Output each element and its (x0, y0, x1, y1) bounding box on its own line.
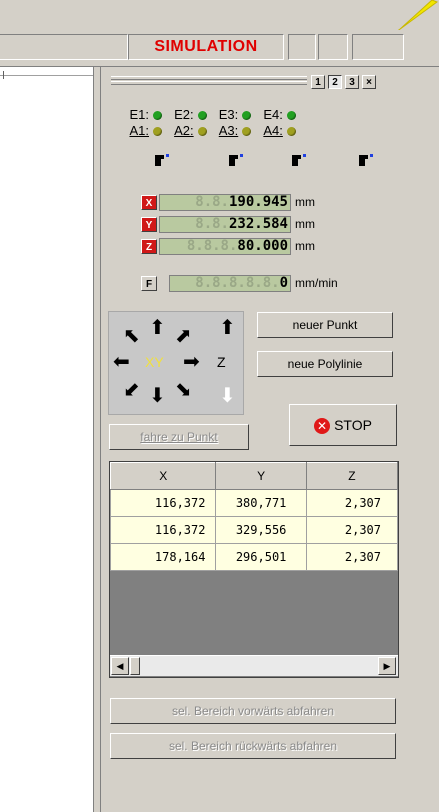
table-cell[interactable]: 2,307 (305, 516, 399, 544)
goto-point-button[interactable]: fahre zu Punkt (109, 424, 249, 450)
scroll-right-icon[interactable]: ▶ (378, 657, 396, 675)
table-cell[interactable]: 178,164 (109, 543, 217, 571)
axis-y-button[interactable]: Y (141, 217, 157, 232)
stop-icon: ✕ (314, 418, 331, 435)
axis-x-unit: mm (295, 195, 315, 209)
output-label: A2: (174, 123, 194, 138)
input-led-icon (242, 111, 252, 121)
input-led-icon (197, 111, 207, 121)
new-polyline-button[interactable]: neue Polylinie (257, 351, 393, 377)
axis-y-readout: 8.8.232.584 (159, 216, 291, 233)
table-cell[interactable]: 116,372 (109, 516, 217, 544)
feed-readout: 8.8.8.8.8.0 (169, 275, 291, 292)
jog-up-right-icon[interactable]: ⬈ (175, 326, 192, 346)
tool-connector-icon (292, 154, 306, 166)
table-row[interactable]: 178,164 296,501 2,307 (109, 543, 399, 571)
axis-y-value: 232.584 (228, 216, 288, 232)
status-cell (288, 34, 316, 60)
output-label: A3: (218, 123, 239, 138)
status-cell (318, 34, 348, 60)
axis-z-button[interactable]: Z (141, 239, 157, 254)
feed-button[interactable]: F (141, 276, 157, 291)
axis-y-unit: mm (295, 217, 315, 231)
table-cell[interactable]: 380,771 (215, 489, 307, 517)
scroll-left-icon[interactable]: ◀ (111, 657, 129, 675)
run-backward-button[interactable]: sel. Bereich rückwärts abfahren (110, 733, 396, 759)
input-label: E2: (174, 107, 194, 122)
table-cell[interactable]: 116,372 (109, 489, 217, 517)
table-row[interactable]: 116,372 380,771 2,307 (109, 489, 399, 517)
input-label: E3: (218, 107, 239, 122)
point-table: X Y Z 116,372 380,771 2,307 116,372 329,… (109, 461, 399, 678)
tab-3[interactable]: 3 (345, 75, 359, 89)
output-led-icon[interactable] (242, 127, 252, 137)
drawing-area[interactable] (0, 67, 94, 812)
column-header-y[interactable]: Y (215, 462, 307, 490)
status-cell (0, 34, 128, 60)
stop-button[interactable]: ✕ STOP (289, 404, 397, 446)
axis-z-readout: 8.8.8.80.000 (159, 238, 291, 255)
jog-down-left-icon[interactable]: ⬋ (123, 380, 140, 400)
table-cell[interactable]: 2,307 (305, 489, 399, 517)
feed-unit: mm/min (295, 276, 338, 290)
new-point-button[interactable]: neuer Punkt (257, 312, 393, 338)
output-led-icon[interactable] (153, 127, 162, 137)
outputs-row: A1: A2: A3: A4: (121, 123, 296, 138)
ruler-tick (3, 71, 4, 79)
axis-x-button[interactable]: X (141, 195, 157, 210)
output-led-icon[interactable] (286, 127, 296, 137)
status-bar: SIMULATION (0, 30, 439, 67)
input-label: E1: (129, 107, 149, 122)
close-panel-button[interactable]: × (362, 75, 376, 89)
stop-button-label: STOP (334, 417, 372, 433)
axis-z-value: 80.000 (237, 238, 288, 254)
table-cell[interactable]: 2,307 (305, 543, 399, 571)
jog-xy-label: XY (145, 354, 164, 370)
output-label: A4: (263, 123, 283, 138)
axis-z-unit: mm (295, 239, 315, 253)
jog-z-down-icon[interactable]: ⬇ (219, 386, 236, 406)
jog-down-right-icon[interactable]: ⬊ (175, 380, 192, 400)
output-led-icon[interactable] (197, 127, 207, 137)
column-header-x[interactable]: X (109, 462, 217, 490)
run-forward-button[interactable]: sel. Bereich vorwärts abfahren (110, 698, 396, 724)
jog-down-icon[interactable]: ⬇ (149, 386, 166, 406)
tab-2[interactable]: 2 (328, 75, 342, 89)
jog-up-icon[interactable]: ⬆ (149, 318, 166, 338)
ruler-line (0, 75, 93, 76)
input-led-icon (286, 111, 296, 121)
jog-z-up-icon[interactable]: ⬆ (219, 318, 236, 338)
scroll-thumb[interactable] (130, 657, 140, 675)
control-panel: 1 2 3 × E1: E2: E3: E4: A1: A2: A3: A4: … (100, 67, 407, 812)
output-label: A1: (129, 123, 149, 138)
tool-connector-icon (359, 154, 373, 166)
axis-x-readout: 8.8.190.945 (159, 194, 291, 211)
table-row[interactable]: 116,372 329,556 2,307 (109, 516, 399, 544)
horizontal-scrollbar[interactable]: ◀ ▶ (110, 655, 398, 676)
readout-dim-digits: 8.8. (195, 216, 229, 232)
jog-right-icon[interactable]: ➡ (183, 352, 200, 372)
inputs-row: E1: E2: E3: E4: (121, 107, 296, 122)
column-header-z[interactable]: Z (305, 462, 399, 490)
tool-connector-icon (229, 154, 243, 166)
status-cell (352, 34, 404, 60)
tool-connector-icon (155, 154, 169, 166)
panel-grip[interactable] (111, 81, 307, 85)
readout-dim-digits: 8.8.8.8.8. (195, 275, 280, 291)
input-label: E4: (263, 107, 283, 122)
panel-grip[interactable] (111, 76, 307, 80)
jog-z-label: Z (217, 354, 226, 370)
table-cell[interactable]: 329,556 (215, 516, 307, 544)
jog-pad: ⬉ ⬆ ⬈ ⬆ ⬅ XY ➡ Z ⬋ ⬇ ⬊ ⬇ (108, 311, 244, 415)
axis-x-value: 190.945 (228, 194, 288, 210)
jog-up-left-icon[interactable]: ⬉ (123, 326, 140, 346)
jog-left-icon[interactable]: ⬅ (113, 352, 130, 372)
readout-dim-digits: 8.8. (195, 194, 229, 210)
input-led-icon (153, 111, 162, 121)
tab-1[interactable]: 1 (311, 75, 325, 89)
readout-dim-digits: 8.8.8. (186, 238, 238, 254)
simulation-mode-label: SIMULATION (128, 34, 284, 60)
feed-value: 0 (279, 275, 288, 291)
table-cell[interactable]: 296,501 (215, 543, 307, 571)
